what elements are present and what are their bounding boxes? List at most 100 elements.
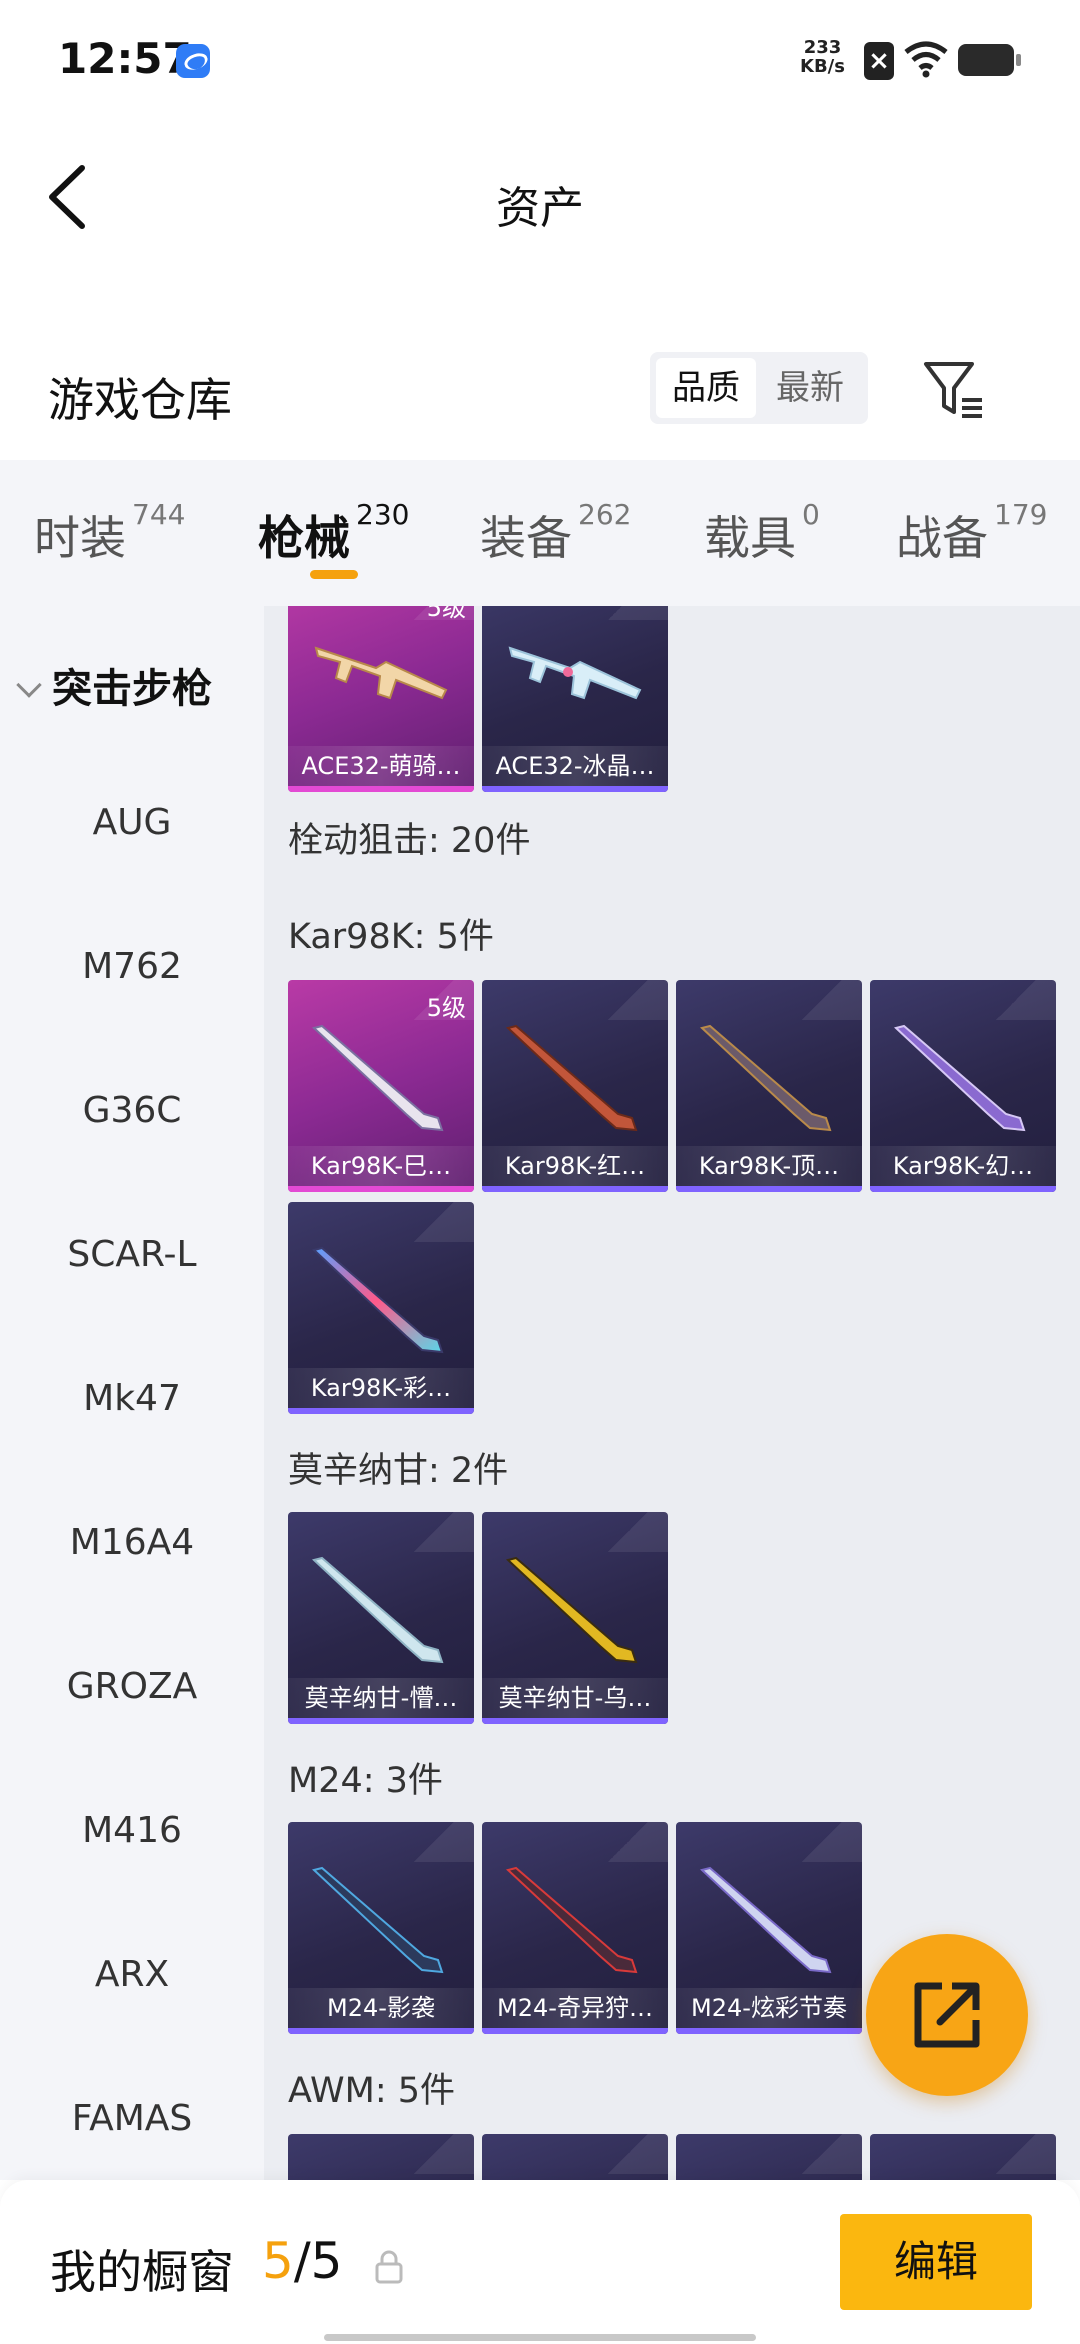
item-card[interactable]: 莫辛纳甘-懵…: [288, 1512, 474, 1724]
warehouse-header: 游戏仓库 品质 最新: [0, 350, 1080, 460]
sort-newest-button[interactable]: 最新: [760, 358, 860, 418]
sidebar-item-m16a4[interactable]: M16A4: [0, 1522, 264, 1563]
showcase-separator: /: [293, 2232, 311, 2290]
sidebar-item-famas[interactable]: FAMAS: [0, 2098, 264, 2139]
wifi-icon: [904, 41, 948, 78]
item-name: Kar98K-彩…: [288, 1368, 474, 1408]
item-name: ACE32-冰晶…: [482, 746, 668, 786]
sniper-rifle-icon: [311, 1024, 444, 1132]
network-speed: 233 KB/s: [800, 38, 845, 76]
tab-label: 载具: [704, 511, 796, 565]
home-indicator: [324, 2334, 756, 2341]
sidebar-item-aug[interactable]: AUG: [0, 802, 264, 843]
group-heading: AWM: 5件: [288, 2071, 456, 2111]
nav-header: 资产: [0, 120, 1080, 270]
group-heading: Kar98K: 5件: [288, 917, 494, 957]
rifle-icon: [314, 646, 448, 700]
category-tabs: 时装 744 枪械 230 装备 262 载具 0 战备 179: [0, 460, 1080, 606]
item-card[interactable]: Kar98K-顶…: [676, 980, 862, 1192]
chevron-down-icon: [16, 672, 42, 698]
item-name: M24-炫彩节奏: [676, 1988, 862, 2028]
item-card[interactable]: M24-炫彩节奏: [676, 1822, 862, 2034]
network-speed-unit: KB/s: [800, 56, 845, 77]
item-card[interactable]: Kar98K-幻…: [870, 980, 1056, 1192]
item-name: M24-影袭: [288, 1988, 474, 2028]
sidebar-item-arx[interactable]: ARX: [0, 1954, 264, 1995]
tab-firearms[interactable]: 枪械 230: [258, 498, 409, 568]
sidebar-item-mk47[interactable]: Mk47: [0, 1378, 264, 1419]
external-link-icon: [914, 1982, 980, 2048]
item-name: 莫辛纳甘-懵…: [288, 1678, 474, 1718]
tab-count: 230: [356, 498, 410, 531]
group-heading: M24: 3件: [288, 1761, 443, 1801]
item-card[interactable]: M24-影袭: [288, 1822, 474, 2034]
sniper-rifle-icon: [505, 1556, 638, 1664]
item-card[interactable]: [288, 2134, 474, 2180]
tab-equipment[interactable]: 装备 262: [480, 498, 631, 568]
tab-count: 262: [578, 498, 632, 531]
sort-quality-button[interactable]: 品质: [656, 358, 756, 418]
item-card[interactable]: [482, 2134, 668, 2180]
item-name: Kar98K-幻…: [870, 1146, 1056, 1186]
item-name: ACE32-萌骑…: [288, 746, 474, 786]
tab-label: 装备: [480, 511, 572, 565]
sidebar-item-groza[interactable]: GROZA: [0, 1666, 264, 1707]
showcase-current: 5: [262, 2232, 294, 2290]
lock-icon: [375, 2250, 403, 2284]
group-heading: 莫辛纳甘: 2件: [288, 1451, 509, 1491]
tab-label: 枪械: [258, 511, 350, 565]
sort-toggle: 品质 最新: [650, 352, 868, 424]
showcase-bar: 我的橱窗 5/5 编辑: [0, 2180, 1080, 2344]
item-card[interactable]: 5级 Kar98K-巳…: [288, 980, 474, 1192]
status-bar: 12:57 233 KB/s ×: [0, 0, 1080, 120]
sidebar-group-assault-rifles[interactable]: 突击步枪: [16, 656, 212, 714]
sniper-rifle-icon: [311, 1866, 444, 1974]
tab-vehicles[interactable]: 载具 0: [704, 498, 820, 568]
sniper-rifle-icon: [893, 1024, 1026, 1132]
item-card[interactable]: [870, 2134, 1056, 2180]
item-card[interactable]: M24-奇异狩…: [482, 1822, 668, 2034]
item-name: M24-奇异狩…: [482, 1988, 668, 2028]
sidebar-item-g36c[interactable]: G36C: [0, 1090, 264, 1131]
sniper-rifle-icon: [505, 1024, 638, 1132]
sidebar-item-scar-l[interactable]: SCAR-L: [0, 1234, 264, 1275]
item-name: Kar98K-巳…: [288, 1146, 474, 1186]
weapon-type-sidebar: 突击步枪 AUG M762 G36C SCAR-L Mk47 M16A4 GRO…: [0, 606, 264, 2180]
showcase-label: 我的橱窗: [50, 2245, 234, 2299]
tab-count: 744: [132, 498, 186, 531]
sniper-rifle-icon: [699, 1024, 832, 1132]
sniper-rifle-icon: [311, 1246, 444, 1354]
item-name: Kar98K-顶…: [676, 1146, 862, 1186]
filter-icon[interactable]: [922, 358, 988, 424]
page-title: 资产: [496, 183, 584, 234]
status-time: 12:57: [58, 34, 192, 83]
sidebar-item-m416[interactable]: M416: [0, 1810, 264, 1851]
sniper-rifle-icon: [505, 1866, 638, 1974]
tab-count: 179: [994, 498, 1048, 531]
showcase-total: 5: [310, 2232, 343, 2290]
sniper-rifle-icon: [311, 1556, 444, 1664]
sidebar-item-m762[interactable]: M762: [0, 946, 264, 987]
sniper-rifle-icon: [699, 1866, 832, 1974]
sidebar-group-label: 突击步枪: [52, 666, 212, 712]
tab-costumes[interactable]: 时装 744: [34, 498, 185, 568]
item-card[interactable]: 5级 ACE32-萌骑…: [288, 606, 474, 792]
edit-button[interactable]: 编辑: [840, 2214, 1032, 2310]
share-button[interactable]: [866, 1934, 1028, 2096]
battery-icon: [958, 44, 1021, 76]
tab-count: 0: [802, 498, 820, 531]
tab-label: 战备: [896, 511, 988, 565]
item-card[interactable]: Kar98K-红…: [482, 980, 668, 1192]
showcase-count: 5/5: [262, 2232, 342, 2290]
network-speed-value: 233: [803, 37, 842, 58]
category-heading: 栓动狙击: 20件: [288, 821, 531, 861]
item-card[interactable]: Kar98K-彩…: [288, 1202, 474, 1414]
item-name: Kar98K-红…: [482, 1146, 668, 1186]
item-card[interactable]: ACE32-冰晶…: [482, 606, 668, 792]
item-card[interactable]: 莫辛纳甘-乌…: [482, 1512, 668, 1724]
tab-label: 时装: [34, 511, 126, 565]
warehouse-title: 游戏仓库: [48, 373, 232, 427]
rifle-icon: [508, 646, 642, 700]
item-card[interactable]: [676, 2134, 862, 2180]
tab-supplies[interactable]: 战备 179: [896, 498, 1047, 568]
